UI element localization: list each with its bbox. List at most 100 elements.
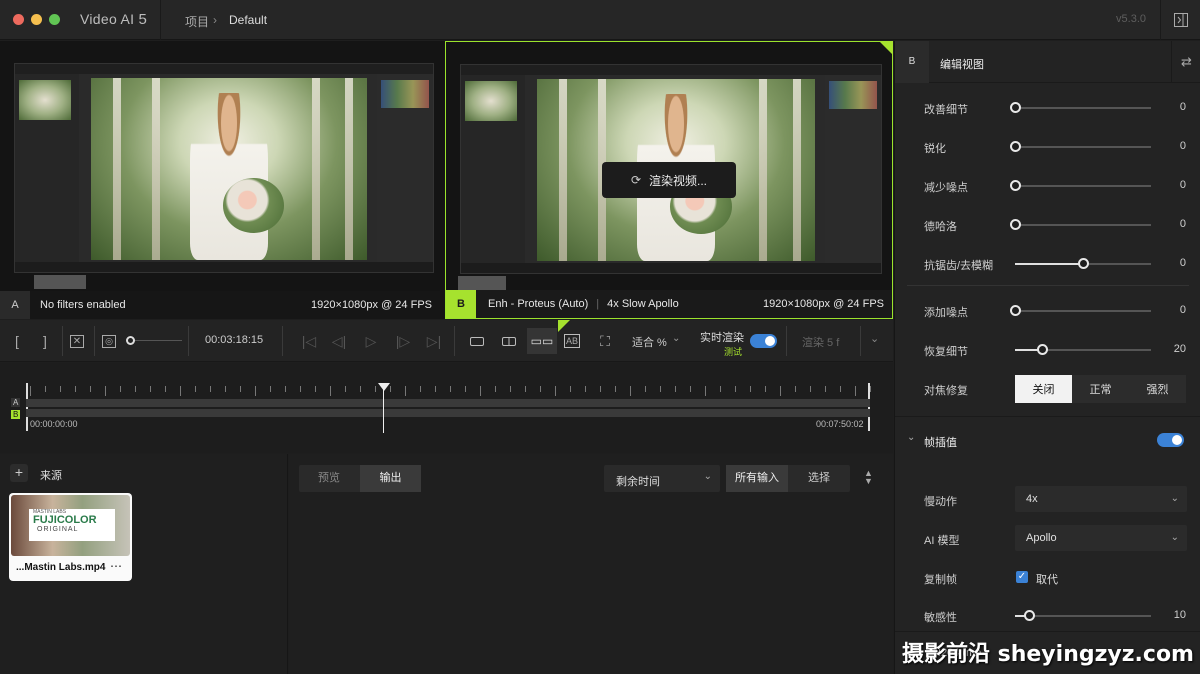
enhance-3-slider-knob[interactable] [1010, 219, 1021, 230]
enhance-1-slider[interactable] [1010, 141, 1151, 152]
fullscreen-icon: ⛶ [600, 332, 610, 349]
grain-0-slider-knob[interactable] [1010, 305, 1021, 316]
enhance-0-value: 0 [1179, 101, 1186, 113]
video-frame-a [14, 63, 434, 273]
enhance-3-slider[interactable] [1010, 219, 1151, 230]
single-view-button[interactable] [464, 328, 490, 354]
timeline-tick [120, 386, 121, 392]
slow-motion-dropdown[interactable]: 4x ⌄ [1015, 486, 1187, 512]
timeline-tick [405, 386, 406, 396]
focus-fix-option[interactable]: 正常 [1072, 375, 1129, 403]
timeline-tick [810, 386, 811, 392]
timeline[interactable]: A B 00:00:00:00 00:07:50:02 [0, 363, 893, 453]
watermark: 摄影前沿 sheyingzyz.com [901, 642, 1194, 667]
dup-frames-label: 复制帧 [924, 574, 957, 586]
divider [907, 285, 1189, 286]
dup-frames-checkbox[interactable]: ✓ [1016, 571, 1028, 583]
play-button[interactable]: ▷ [358, 328, 384, 354]
source-card[interactable]: MASTIN LABS FUJICOLOR ORIGINAL ...Mastin… [9, 493, 132, 581]
swap-view-icon[interactable]: ⇄ [1171, 41, 1200, 83]
timeline-tick [180, 386, 181, 396]
breadcrumb-current: Default [229, 13, 268, 27]
mark-in-button[interactable]: [ [4, 328, 30, 354]
zoom-chevron-icon[interactable]: ⌄ [672, 333, 680, 344]
filter-all[interactable]: 所有输入 [726, 465, 788, 492]
track-b-label: B [11, 410, 21, 419]
tab-output[interactable]: 输出 [360, 465, 421, 492]
zoom-select[interactable]: 适合 % [632, 334, 667, 350]
close-window-button[interactable] [13, 14, 24, 25]
live-render-toggle[interactable] [750, 334, 777, 348]
breadcrumb-project[interactable]: 项目 [185, 13, 209, 30]
focus-fix-option[interactable]: 强烈 [1129, 375, 1186, 403]
zoom-slider-knob[interactable] [126, 336, 135, 345]
playhead[interactable] [383, 385, 384, 433]
enhance-0-slider-knob[interactable] [1010, 102, 1021, 113]
sensitivity-slider[interactable] [1015, 610, 1151, 621]
filter-select[interactable]: 选择 [788, 465, 850, 492]
enhance-3-label: 德哈洛 [924, 221, 957, 233]
timeline-tick [360, 386, 361, 392]
timeline-tick [330, 386, 331, 396]
preview-b-model: Enh - Proteus (Auto) [488, 298, 589, 310]
live-render-label: 实时渲染 [700, 332, 744, 344]
corner-marker [879, 41, 893, 55]
grain-0-slider[interactable] [1010, 305, 1151, 316]
frame-interp-toggle[interactable] [1157, 433, 1184, 447]
timecode: 00:03:18:15 [205, 334, 264, 346]
zoom-slider[interactable] [126, 336, 182, 345]
skip-end-button[interactable]: ▷| [421, 328, 447, 354]
grain-1-slider[interactable] [1015, 344, 1151, 355]
side-by-side-icon: ▭▭ [530, 334, 554, 348]
preview-pane-b[interactable]: ⟳ 渲染视频... B Enh - Proteus (Auto) | 4x Sl… [445, 41, 893, 319]
grain-1-label: 恢复细节 [924, 346, 968, 358]
chevron-down-icon: ⌄ [1170, 493, 1179, 504]
enhance-0-label: 改善细节 [924, 104, 968, 116]
sort-order-icon[interactable]: ▲ ▼ [864, 469, 873, 486]
frame-interp-collapse-icon[interactable]: ⌄ [907, 432, 915, 443]
maximize-window-button[interactable] [49, 14, 60, 25]
preview-pane-a[interactable]: A No filters enabled 1920×1080px @ 24 FP… [0, 41, 440, 319]
clear-marks-button[interactable]: ✕ [64, 328, 90, 354]
enhance-4-slider-knob[interactable] [1078, 258, 1089, 269]
enhance-0-slider[interactable] [1010, 102, 1151, 113]
split-view-button[interactable] [496, 328, 522, 354]
tab-preview[interactable]: 预览 [299, 465, 359, 492]
render-button[interactable]: 渲染 5 f [802, 334, 839, 350]
side-by-side-button[interactable]: ▭▭ [527, 328, 557, 354]
timeline-start: 00:00:00:00 [30, 419, 78, 429]
app-title: Video AI 5 [80, 11, 148, 28]
timeline-tick [825, 386, 826, 392]
mark-out-button[interactable]: ] [32, 328, 58, 354]
render-options-chevron-icon[interactable]: ⌄ [870, 332, 879, 345]
toggle-side-panel-button[interactable] [1160, 0, 1200, 40]
render-overlay-text: 渲染视频... [649, 173, 708, 188]
source-more-icon[interactable]: ⋯ [110, 559, 122, 573]
ai-model-dropdown[interactable]: Apollo ⌄ [1015, 525, 1187, 551]
fullscreen-button[interactable]: ⛶ [592, 328, 618, 354]
enhance-1-slider-knob[interactable] [1010, 141, 1021, 152]
live-render-sub: 测试 [724, 347, 743, 357]
panel-badge: B [895, 41, 929, 83]
focus-fix-option[interactable]: 关闭 [1015, 375, 1072, 403]
zoom-fit-button[interactable]: ◎ [96, 328, 122, 354]
timeline-tick [855, 386, 856, 396]
playhead-handle[interactable] [378, 383, 390, 391]
grain-1-slider-knob[interactable] [1037, 344, 1049, 355]
timeline-tick [780, 386, 781, 396]
output-panel: 预览 输出 剩余时间 ⌄ 所有输入 选择 ▲ ▼ [289, 454, 893, 674]
minimize-window-button[interactable] [31, 14, 42, 25]
enhance-2-slider[interactable] [1010, 180, 1151, 191]
next-frame-button[interactable]: |▷ [390, 328, 416, 354]
skip-start-button[interactable]: |◁ [296, 328, 322, 354]
panel-title: 编辑视图 [940, 59, 984, 71]
enhance-4-slider-fill [1015, 263, 1083, 265]
preview-b-resolution: 1920×1080px @ 24 FPS [763, 298, 884, 310]
sort-dropdown[interactable]: 剩余时间 ⌄ [604, 465, 720, 492]
enhance-2-slider-knob[interactable] [1010, 180, 1021, 191]
prev-frame-button[interactable]: ◁| [326, 328, 352, 354]
add-source-button[interactable]: + [10, 464, 28, 482]
sensitivity-slider-knob[interactable] [1023, 610, 1035, 621]
timeline-tick [210, 386, 211, 392]
enhance-4-slider[interactable] [1015, 258, 1151, 269]
